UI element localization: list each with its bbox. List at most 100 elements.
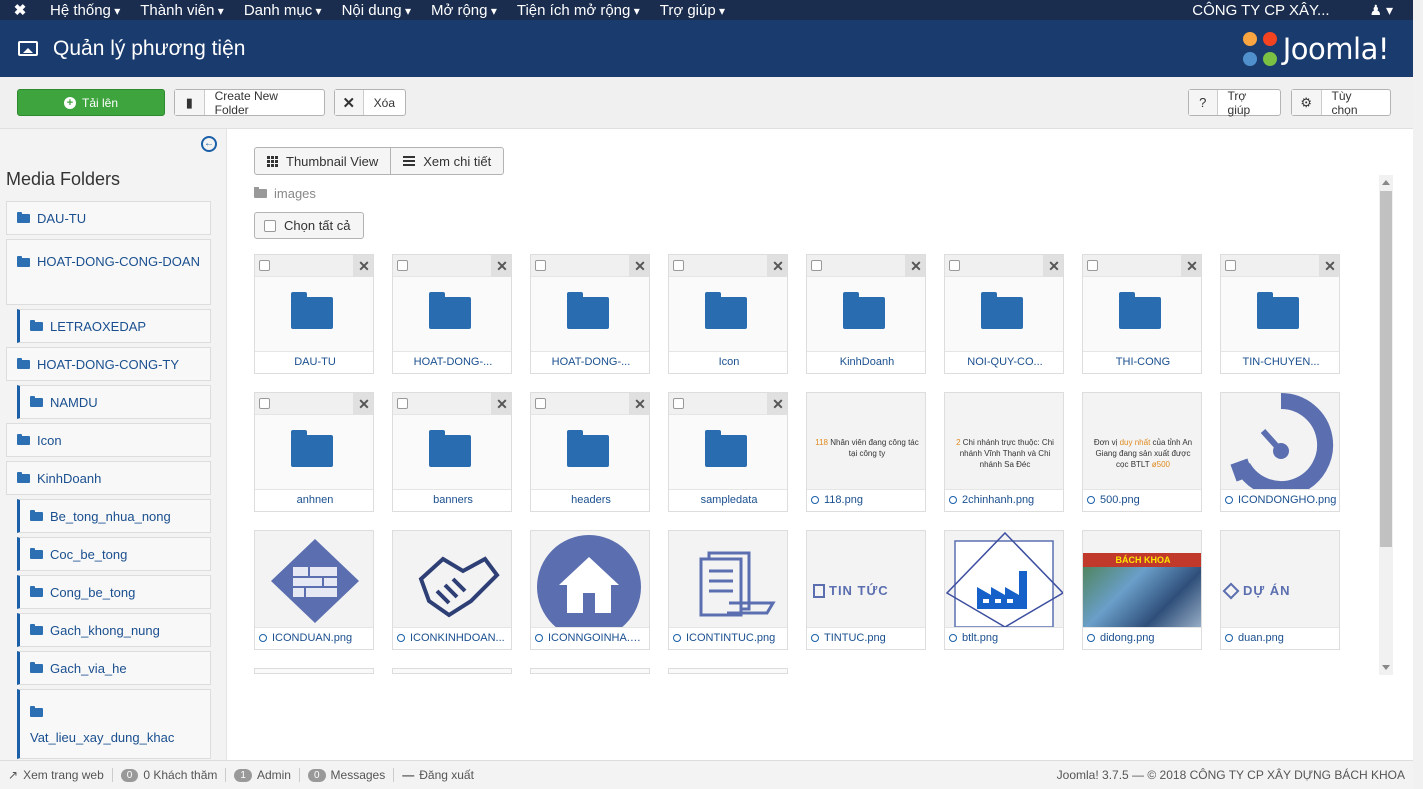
site-name-link[interactable]: CÔNG TY CP XÂY... <box>1192 2 1369 19</box>
thumbnail-caption[interactable]: didong.png <box>1083 627 1201 649</box>
messages-link[interactable]: 0 Messages <box>300 768 395 782</box>
folder-item[interactable]: KinhDoanh <box>6 461 211 495</box>
delete-icon[interactable]: ✕ <box>353 255 373 277</box>
visitors-link[interactable]: 0 0 Khách thăm <box>113 768 227 782</box>
folder-icon[interactable] <box>1257 292 1299 329</box>
image-thumbnail[interactable]: Đơn vị duy nhất của tỉnh An Giang đang s… <box>1082 392 1202 512</box>
breadcrumb-item[interactable]: images <box>274 186 316 201</box>
thumbnail-caption[interactable]: banners <box>393 489 511 511</box>
scroll-up-arrow-icon[interactable] <box>1382 180 1390 185</box>
thumbnail-caption[interactable]: duan.png <box>1221 627 1339 649</box>
folder-icon[interactable] <box>567 430 609 467</box>
logout-link[interactable]: — Đăng xuất <box>394 768 482 782</box>
search-icon[interactable] <box>397 634 405 643</box>
search-icon[interactable] <box>811 496 819 505</box>
thumbnail-checkbox[interactable] <box>673 260 684 271</box>
search-icon[interactable] <box>673 634 681 643</box>
delete-icon[interactable]: ✕ <box>1319 255 1339 277</box>
folder-icon[interactable] <box>291 292 333 329</box>
folder-thumbnail[interactable]: ✕ HOAT-DONG-... <box>392 254 512 374</box>
media-thumbnail[interactable] <box>530 668 650 674</box>
options-button[interactable]: ⚙ Tùy chọn <box>1291 89 1391 117</box>
folder-icon[interactable] <box>705 430 747 467</box>
folder-item[interactable]: Coc_be_tong <box>17 537 211 571</box>
thumbnail-caption[interactable]: ICONDONGHO.png <box>1221 489 1339 511</box>
image-preview[interactable] <box>531 531 649 627</box>
thumbnail-checkbox[interactable] <box>397 398 408 409</box>
select-all-checkbox[interactable] <box>264 219 276 232</box>
scroll-down-arrow-icon[interactable] <box>1382 665 1390 670</box>
create-folder-button[interactable]: ▮ Create New Folder <box>174 89 325 117</box>
folder-thumbnail[interactable]: ✕ NOI-QUY-CO... <box>944 254 1064 374</box>
delete-icon[interactable]: ✕ <box>767 393 787 415</box>
search-icon[interactable] <box>1087 496 1095 505</box>
thumbnail-caption[interactable]: HOAT-DONG-... <box>531 351 649 373</box>
thumbnail-caption[interactable]: btlt.png <box>945 627 1063 649</box>
delete-icon[interactable]: ✕ <box>353 393 373 415</box>
thumbnail-caption[interactable]: ICONDUAN.png <box>255 627 373 649</box>
image-thumbnail[interactable]: ICONDUAN.png <box>254 530 374 650</box>
search-icon[interactable] <box>535 634 543 643</box>
thumbnail-checkbox[interactable] <box>949 260 960 271</box>
folder-icon[interactable] <box>291 430 333 467</box>
folder-icon[interactable] <box>1119 292 1161 329</box>
image-preview[interactable]: 118 Nhân viên đang công tác tại công ty <box>807 393 925 489</box>
thumbnail-caption[interactable]: TINTUC.png <box>807 627 925 649</box>
image-preview[interactable] <box>255 531 373 627</box>
thumbnail-caption[interactable]: ICONNGOINHA.png <box>531 627 649 649</box>
folder-item[interactable]: Gach_via_he <box>17 651 211 685</box>
tab-detail-view[interactable]: Xem chi tiết <box>390 148 503 174</box>
search-icon[interactable] <box>1087 634 1095 643</box>
folder-thumbnail[interactable]: ✕ anhnen <box>254 392 374 512</box>
folder-icon[interactable] <box>843 292 885 329</box>
image-preview[interactable]: Đơn vị duy nhất của tỉnh An Giang đang s… <box>1083 393 1201 489</box>
search-icon[interactable] <box>811 634 819 643</box>
folder-thumbnail[interactable]: ✕ TIN-CHUYEN... <box>1220 254 1340 374</box>
menu-item-0[interactable]: Hệ thống <box>40 2 130 19</box>
joomla-menu-icon[interactable]: ✖ <box>0 1 40 19</box>
image-thumbnail[interactable]: ICONKINHDOAN... <box>392 530 512 650</box>
folder-thumbnail[interactable]: ✕ headers <box>530 392 650 512</box>
menu-item-3[interactable]: Nội dung <box>332 2 421 19</box>
thumbnail-caption[interactable]: TIN-CHUYEN... <box>1221 351 1339 373</box>
menu-item-5[interactable]: Tiện ích mở rộng <box>507 2 650 19</box>
help-button[interactable]: ? Trợ giúp <box>1188 89 1281 117</box>
delete-icon[interactable]: ✕ <box>491 255 511 277</box>
thumbnail-caption[interactable]: THI-CONG <box>1083 351 1201 373</box>
folder-thumbnail[interactable]: ✕ HOAT-DONG-... <box>530 254 650 374</box>
tab-thumbnail-view[interactable]: Thumbnail View <box>255 148 390 174</box>
delete-button[interactable]: ✕ Xóa <box>334 89 406 116</box>
image-preview[interactable]: 2 Chi nhánh trực thuộc: Chi nhánh Vĩnh T… <box>945 393 1063 489</box>
folder-thumbnail[interactable]: ✕ Icon <box>668 254 788 374</box>
folder-item[interactable]: LETRAOXEDAP <box>17 309 211 343</box>
thumbnail-caption[interactable]: 500.png <box>1083 489 1201 511</box>
folder-item[interactable]: Cong_be_tong <box>17 575 211 609</box>
thumbnail-checkbox[interactable] <box>535 260 546 271</box>
media-thumbnail[interactable] <box>668 668 788 674</box>
delete-icon[interactable]: ✕ <box>491 393 511 415</box>
folder-item[interactable]: HOAT-DONG-CONG-DOAN <box>6 239 211 305</box>
thumbnail-checkbox[interactable] <box>535 398 546 409</box>
media-thumbnail[interactable] <box>392 668 512 674</box>
folder-icon[interactable] <box>567 292 609 329</box>
delete-icon[interactable]: ✕ <box>629 255 649 277</box>
thumbnail-caption[interactable]: NOI-QUY-CO... <box>945 351 1063 373</box>
folder-icon[interactable] <box>981 292 1023 329</box>
folder-thumbnail[interactable]: ✕ THI-CONG <box>1082 254 1202 374</box>
folder-thumbnail[interactable]: ✕ KinhDoanh <box>806 254 926 374</box>
search-icon[interactable] <box>1225 634 1233 643</box>
folder-item[interactable]: Icon <box>6 423 211 457</box>
delete-icon[interactable]: ✕ <box>1181 255 1201 277</box>
image-thumbnail[interactable]: TIN TỨC TINTUC.png <box>806 530 926 650</box>
folder-item[interactable]: DAU-TU <box>6 201 211 235</box>
menu-item-4[interactable]: Mở rộng <box>421 2 507 19</box>
thumbnail-caption[interactable]: HOAT-DONG-... <box>393 351 511 373</box>
delete-icon[interactable]: ✕ <box>1043 255 1063 277</box>
page-scrollbar[interactable] <box>1413 0 1423 789</box>
image-preview[interactable]: DỰ ÁN <box>1221 531 1339 627</box>
admin-link[interactable]: 1 Admin <box>226 768 300 782</box>
search-icon[interactable] <box>949 496 957 505</box>
delete-icon[interactable]: ✕ <box>629 393 649 415</box>
media-thumbnail[interactable] <box>254 668 374 674</box>
search-icon[interactable] <box>1225 496 1233 505</box>
